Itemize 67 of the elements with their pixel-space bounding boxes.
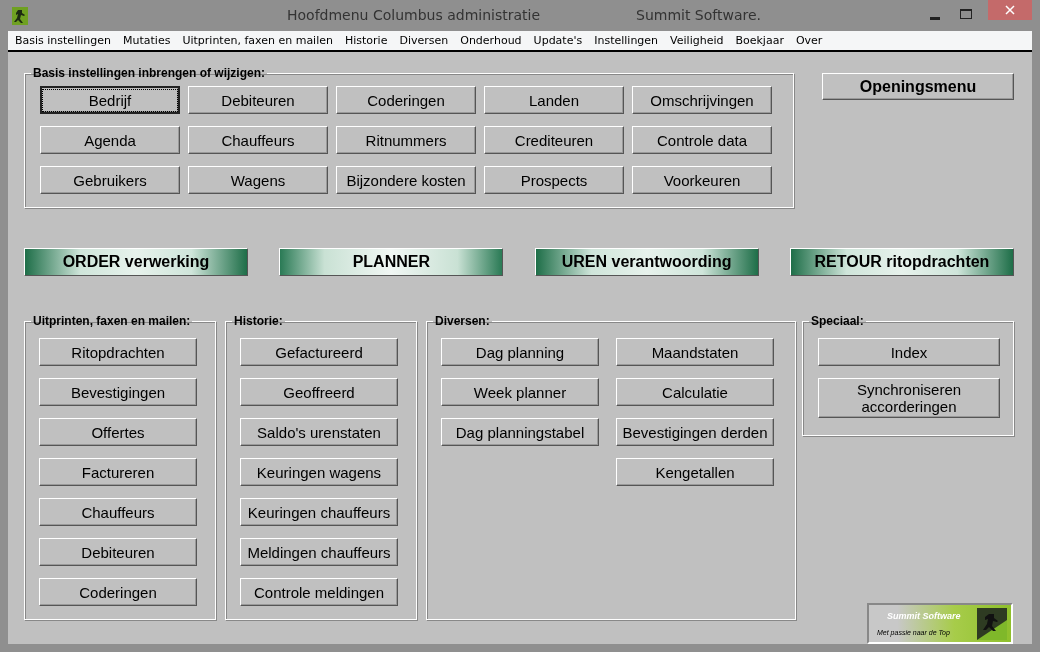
menu-item[interactable]: Uitprinten, faxen en mailen — [176, 34, 339, 47]
menu-button[interactable]: Chauffeurs — [39, 498, 197, 526]
menu-button[interactable]: Omschrijvingen — [632, 86, 772, 114]
menu-button[interactable]: Saldo's urenstaten — [240, 418, 398, 446]
menu-button[interactable]: Gefactureerd — [240, 338, 398, 366]
menu-button[interactable]: Voorkeuren — [632, 166, 772, 194]
menu-button[interactable]: Calculatie — [616, 378, 774, 406]
menu-button[interactable]: Crediteuren — [484, 126, 624, 154]
window-title: Hoofdmenu Columbus administratie — [287, 7, 541, 23]
menu-item[interactable]: Historie — [338, 34, 394, 47]
menu-button[interactable]: Gebruikers — [40, 166, 180, 194]
group-title: Basis instellingen inbrengen of wijzigen: — [32, 66, 267, 80]
menu-button[interactable]: Debiteuren — [39, 538, 197, 566]
menu-button[interactable]: Ritnummers — [336, 126, 476, 154]
menu-button[interactable]: Keuringen wagens — [240, 458, 398, 486]
menu-item[interactable]: Boekjaar — [729, 34, 790, 47]
menu-item[interactable]: Veiligheid — [664, 34, 730, 47]
menu-button[interactable]: Controle data — [632, 126, 772, 154]
menu-button[interactable]: Coderingen — [39, 578, 197, 606]
menu-button[interactable]: Chauffeurs — [188, 126, 328, 154]
menu-button[interactable]: Ritopdrachten — [39, 338, 197, 366]
menu-button[interactable]: Dag planning — [441, 338, 599, 366]
climber-icon — [12, 6, 28, 25]
module-button[interactable]: UREN verantwoording — [534, 248, 759, 276]
group-title: Historie: — [233, 314, 284, 328]
menu-button[interactable]: Debiteuren — [188, 86, 328, 114]
menu-button[interactable]: Maandstaten — [616, 338, 774, 366]
menu-button[interactable]: Prospects — [484, 166, 624, 194]
menu-item[interactable]: Mutaties — [117, 34, 177, 47]
menu-button[interactable]: Meldingen chauffeurs — [240, 538, 398, 566]
module-button[interactable]: ORDER verwerking — [24, 248, 248, 276]
menu-button[interactable]: Landen — [484, 86, 624, 114]
menu-button[interactable]: Coderingen — [336, 86, 476, 114]
menu-button[interactable]: Agenda — [40, 126, 180, 154]
menu-item[interactable]: Basis instellingen — [15, 34, 117, 47]
menu-button[interactable]: Keuringen chauffeurs — [240, 498, 398, 526]
menu-button[interactable]: Bijzondere kosten — [336, 166, 476, 194]
menu-button[interactable]: Bevestigingen derden — [616, 418, 774, 446]
module-button[interactable]: RETOUR ritopdrachten — [790, 248, 1014, 276]
menu-button[interactable]: Offertes — [39, 418, 197, 446]
menu-button[interactable]: Kengetallen — [616, 458, 774, 486]
menu-button[interactable]: Week planner — [441, 378, 599, 406]
module-button[interactable]: PLANNER — [279, 248, 504, 276]
group-title: Uitprinten, faxen en mailen: — [32, 314, 192, 328]
menu-item[interactable]: Onderhoud — [454, 34, 528, 47]
climber-icon — [977, 607, 1007, 640]
menu-button[interactable]: Synchroniseren accorderingen — [818, 378, 1000, 418]
opening-menu-button[interactable]: Openingsmenu — [822, 73, 1014, 100]
menu-item[interactable]: Diversen — [393, 34, 455, 47]
close-icon — [1005, 5, 1015, 15]
menu-button[interactable]: Bedrijf — [40, 86, 180, 114]
group-title: Diversen: — [434, 314, 491, 328]
menu-button[interactable]: Factureren — [39, 458, 197, 486]
menu-button[interactable]: Geoffreerd — [240, 378, 398, 406]
menu-button[interactable]: Controle meldingen — [240, 578, 398, 606]
window-subtitle: Summit Software. — [636, 7, 762, 23]
menu-button[interactable]: Index — [818, 338, 1000, 366]
menu-button[interactable]: Bevestigingen — [39, 378, 197, 406]
menu-item[interactable]: Instellingen — [588, 34, 665, 47]
logo-title: Summit Software — [887, 611, 962, 621]
menu-button[interactable]: Dag planningstabel — [441, 418, 599, 446]
maximize-icon[interactable] — [960, 8, 972, 19]
group-title: Speciaal: — [810, 314, 865, 328]
menu-item[interactable]: Over — [789, 34, 829, 47]
close-button[interactable] — [988, 0, 1032, 20]
menu-button[interactable]: Wagens — [188, 166, 328, 194]
menu-item[interactable]: Update's — [527, 34, 589, 47]
